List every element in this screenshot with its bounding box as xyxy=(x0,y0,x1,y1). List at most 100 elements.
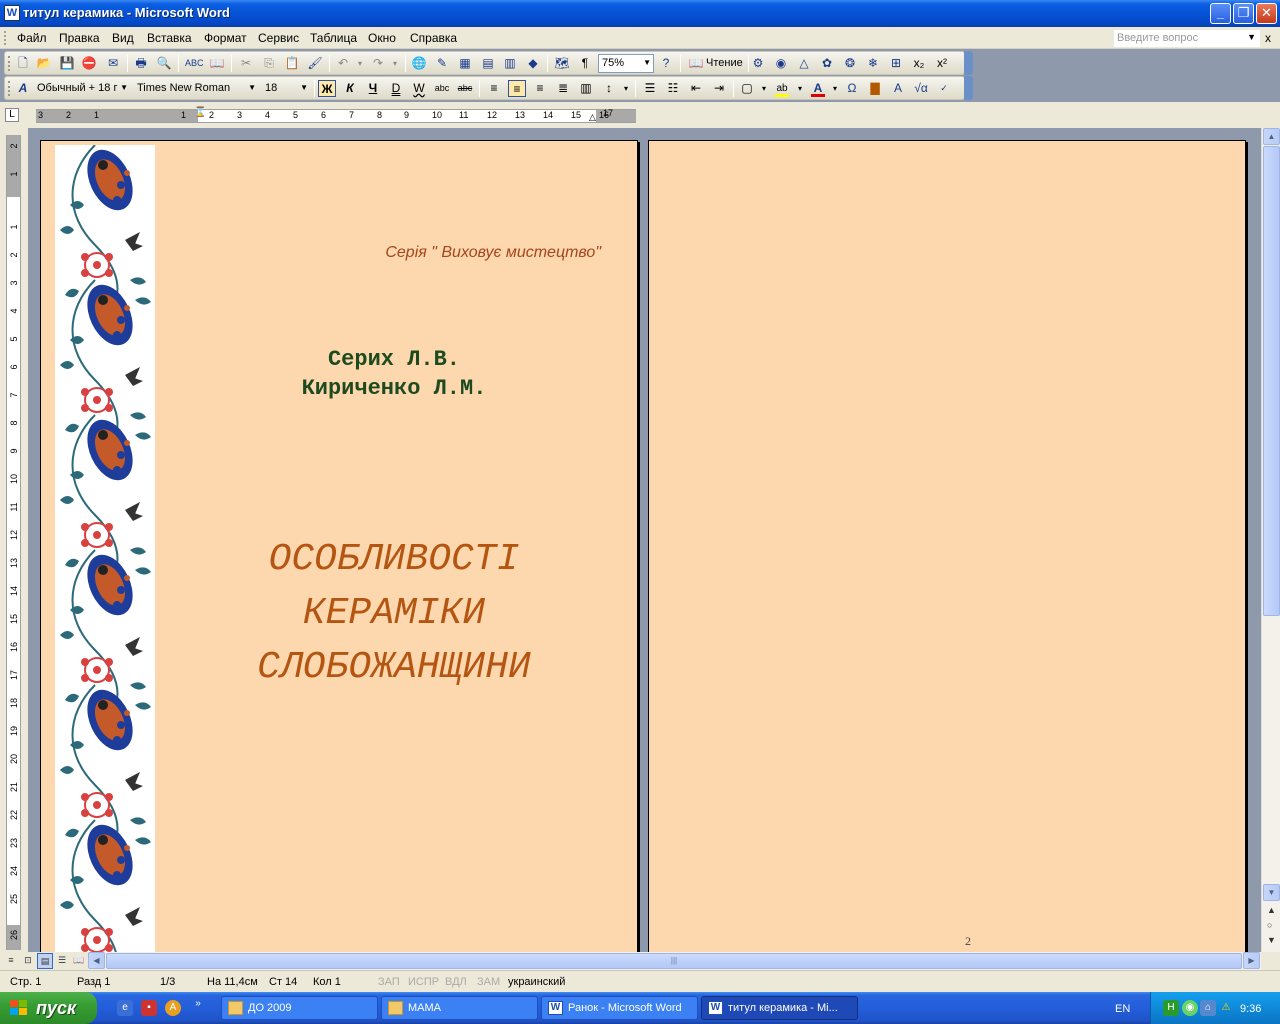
distributed-icon[interactable]: ▥ xyxy=(577,80,595,97)
status-extend[interactable]: ВДЛ xyxy=(445,976,467,988)
chevron-down-icon[interactable]: ▾ xyxy=(755,80,773,97)
status-language[interactable]: украинский xyxy=(508,976,565,988)
taskbar-button[interactable]: ДО 2009 xyxy=(221,996,378,1020)
tray-network-icon[interactable]: ⌂ xyxy=(1200,1000,1216,1016)
align-right-icon[interactable]: ≡ xyxy=(531,80,549,97)
page-2[interactable]: 2 xyxy=(648,140,1246,952)
scroll-right-button[interactable]: ▶ xyxy=(1243,952,1260,969)
select-browse-object-icon[interactable]: ○ xyxy=(1267,920,1272,930)
right-indent-marker[interactable]: △ xyxy=(589,112,596,123)
tray-warning-icon[interactable]: ⚠ xyxy=(1218,1000,1234,1016)
align-left-icon[interactable]: ≡ xyxy=(485,80,503,97)
document-map-icon[interactable]: 🗺 xyxy=(553,55,571,72)
font-size-select[interactable]: 18 ▼ xyxy=(261,79,311,98)
minimize-button[interactable]: _ xyxy=(1210,3,1231,24)
copy-icon[interactable]: ⎘ xyxy=(260,55,278,72)
research-icon[interactable]: 📖 xyxy=(208,55,226,72)
web-layout-view-icon[interactable]: ⊡ xyxy=(20,953,36,969)
antivirus-quicklaunch-icon[interactable]: A xyxy=(165,1000,181,1016)
italic-button[interactable]: К xyxy=(341,80,359,97)
increase-indent-icon[interactable]: ⇥ xyxy=(710,80,728,97)
rotate-tool-icon[interactable]: ❂ xyxy=(841,55,859,72)
subscript-icon[interactable]: x₂ xyxy=(910,55,928,72)
style-select[interactable]: Обычный + 18 г ▼ xyxy=(33,79,131,98)
equation-icon[interactable]: √α xyxy=(912,80,930,97)
web-tool-icon[interactable]: ⚙ xyxy=(749,55,767,72)
undo-dropdown-icon[interactable]: ▾ xyxy=(351,55,369,72)
zoom-select[interactable]: 75% ▼ xyxy=(598,54,654,73)
chevron-down-icon[interactable]: ▼ xyxy=(1247,32,1256,42)
vertical-scrollbar[interactable]: ▲ ▼ ▲ ○ ▼ xyxy=(1261,128,1280,952)
insert-excel-icon[interactable]: ▤ xyxy=(479,55,497,72)
hyperlink-icon[interactable]: 🌐 xyxy=(410,55,428,72)
org-chart-icon[interactable]: ⊞ xyxy=(887,55,905,72)
toolbar-grip[interactable] xyxy=(8,56,11,71)
save-icon[interactable]: 💾 xyxy=(58,55,76,72)
taskbar-button[interactable]: W Ранок - Microsoft Word xyxy=(541,996,698,1020)
snowflake-tool-icon[interactable]: ❄ xyxy=(864,55,882,72)
print-icon[interactable]: 🖶 xyxy=(132,55,150,72)
language-indicator[interactable]: EN xyxy=(1115,1003,1130,1015)
help-icon[interactable]: ? xyxy=(657,55,675,72)
borders-icon[interactable]: ▢ xyxy=(738,80,756,97)
reading-button[interactable]: Чтение xyxy=(706,57,743,69)
email-icon[interactable]: ✉ xyxy=(104,55,122,72)
menu-format[interactable]: Формат xyxy=(204,31,247,45)
menu-window[interactable]: Окно xyxy=(368,31,396,45)
page-1[interactable]: Серія " Виховує мистецтво" Серих Л.В. Ки… xyxy=(40,140,638,952)
columns-icon[interactable]: ▥ xyxy=(501,55,519,72)
superscript-icon[interactable]: x² xyxy=(933,55,951,72)
start-button[interactable]: пуск xyxy=(0,992,97,1024)
chart-icon[interactable]: ▇ xyxy=(866,80,884,97)
horizontal-scroll-thumb[interactable]: ||| xyxy=(106,953,1242,969)
menu-edit[interactable]: Правка xyxy=(59,31,100,45)
print-layout-view-icon[interactable]: ▤ xyxy=(37,953,53,969)
format-painter-icon[interactable]: 🖌 xyxy=(306,55,324,72)
menu-file[interactable]: Файл xyxy=(17,31,47,45)
chevron-down-icon[interactable]: ▼ xyxy=(120,83,128,92)
show-formatting-icon[interactable]: ¶ xyxy=(576,55,594,72)
redo-icon[interactable]: ↷ xyxy=(369,55,387,72)
chevron-down-icon[interactable]: ▾ xyxy=(826,80,844,97)
status-record-macro[interactable]: ЗАП xyxy=(378,976,400,988)
menu-table[interactable]: Таблица xyxy=(310,31,357,45)
font-select[interactable]: Times New Roman ▼ xyxy=(133,79,259,98)
reading-layout-view-icon[interactable]: 📖 xyxy=(71,953,87,969)
previous-page-icon[interactable]: ▲ xyxy=(1267,905,1276,915)
cut-icon[interactable]: ✂ xyxy=(237,55,255,72)
toolbar-options-button[interactable] xyxy=(964,51,973,75)
menu-view[interactable]: Вид xyxy=(112,31,134,45)
vertical-ruler[interactable]: 2 1 1 2 3 4 5 6 7 8 9 10 11 12 13 14 15 … xyxy=(6,135,21,950)
taskbar-button[interactable]: МАМА xyxy=(381,996,538,1020)
vertical-scroll-thumb[interactable] xyxy=(1263,146,1280,616)
next-page-icon[interactable]: ▼ xyxy=(1267,935,1276,945)
menu-tools[interactable]: Сервис xyxy=(258,31,299,45)
chevron-down-icon[interactable]: ▾ xyxy=(617,80,635,97)
chevron-down-icon[interactable]: ▾ xyxy=(791,80,809,97)
justify-icon[interactable]: ≣ xyxy=(554,80,572,97)
permission-icon[interactable]: ⛔ xyxy=(80,55,98,72)
insert-table-icon[interactable]: ▦ xyxy=(456,55,474,72)
tables-borders-icon[interactable]: ✎ xyxy=(433,55,451,72)
toolbar-grip[interactable] xyxy=(8,81,11,96)
print-preview-icon[interactable]: 🔍 xyxy=(155,55,173,72)
paste-icon[interactable]: 📋 xyxy=(283,55,301,72)
spelling-icon[interactable]: ABC xyxy=(185,55,204,72)
reading-icon[interactable]: 📖 xyxy=(687,55,705,72)
outline-view-icon[interactable]: ☰ xyxy=(54,953,70,969)
line-spacing-icon[interactable]: ↕ xyxy=(600,80,618,97)
triangle-tool-icon[interactable]: △ xyxy=(795,55,813,72)
all-caps-icon[interactable]: abc xyxy=(433,80,451,97)
numbering-icon[interactable]: ☰ xyxy=(641,80,659,97)
chevron-down-icon[interactable]: ▼ xyxy=(248,83,256,92)
chevron-down-icon[interactable]: ▼ xyxy=(643,58,651,67)
document-close-button[interactable]: x xyxy=(1265,31,1271,45)
tab-selector[interactable]: L xyxy=(5,108,19,122)
undo-icon[interactable]: ↶ xyxy=(334,55,352,72)
scroll-up-button[interactable]: ▲ xyxy=(1263,128,1280,145)
quicklaunch-more-icon[interactable]: » xyxy=(190,996,206,1012)
underline-button[interactable]: Ч xyxy=(364,80,382,97)
wordart-icon[interactable]: A xyxy=(889,80,907,97)
toolbar-options-button[interactable] xyxy=(964,76,973,100)
tray-green-icon[interactable]: ◉ xyxy=(1182,1000,1198,1016)
